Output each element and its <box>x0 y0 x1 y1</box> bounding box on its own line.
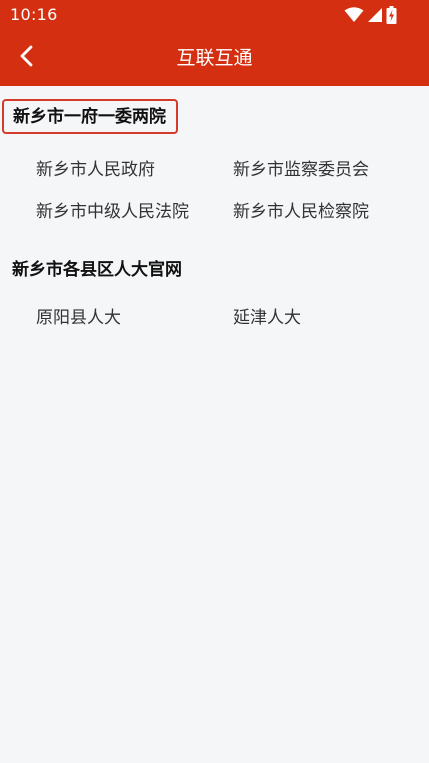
page-title: 互联互通 <box>176 47 253 69</box>
link-yanjin-congress[interactable]: 延津人大 <box>233 306 301 330</box>
status-bar: 10:16 <box>0 0 429 30</box>
signal-icon <box>367 7 383 23</box>
section-heading-county-congress: 新乡市各县区人大官网 <box>12 260 182 280</box>
wifi-icon <box>344 7 364 23</box>
section-heading-city-government: 新乡市一府一委两院 <box>2 99 178 134</box>
app-header: 10:16 互联互通 <box>0 0 429 86</box>
link-yuanyang-congress[interactable]: 原阳县人大 <box>36 306 121 330</box>
link-xinxiang-intermediate-court[interactable]: 新乡市中级人民法院 <box>36 200 189 224</box>
battery-charging-icon <box>386 6 397 24</box>
link-xinxiang-government[interactable]: 新乡市人民政府 <box>36 158 155 182</box>
link-xinxiang-procuratorate[interactable]: 新乡市人民检察院 <box>233 200 369 224</box>
status-icons <box>344 6 397 24</box>
status-time: 10:16 <box>10 5 58 24</box>
link-xinxiang-supervision-committee[interactable]: 新乡市监察委员会 <box>233 158 369 182</box>
